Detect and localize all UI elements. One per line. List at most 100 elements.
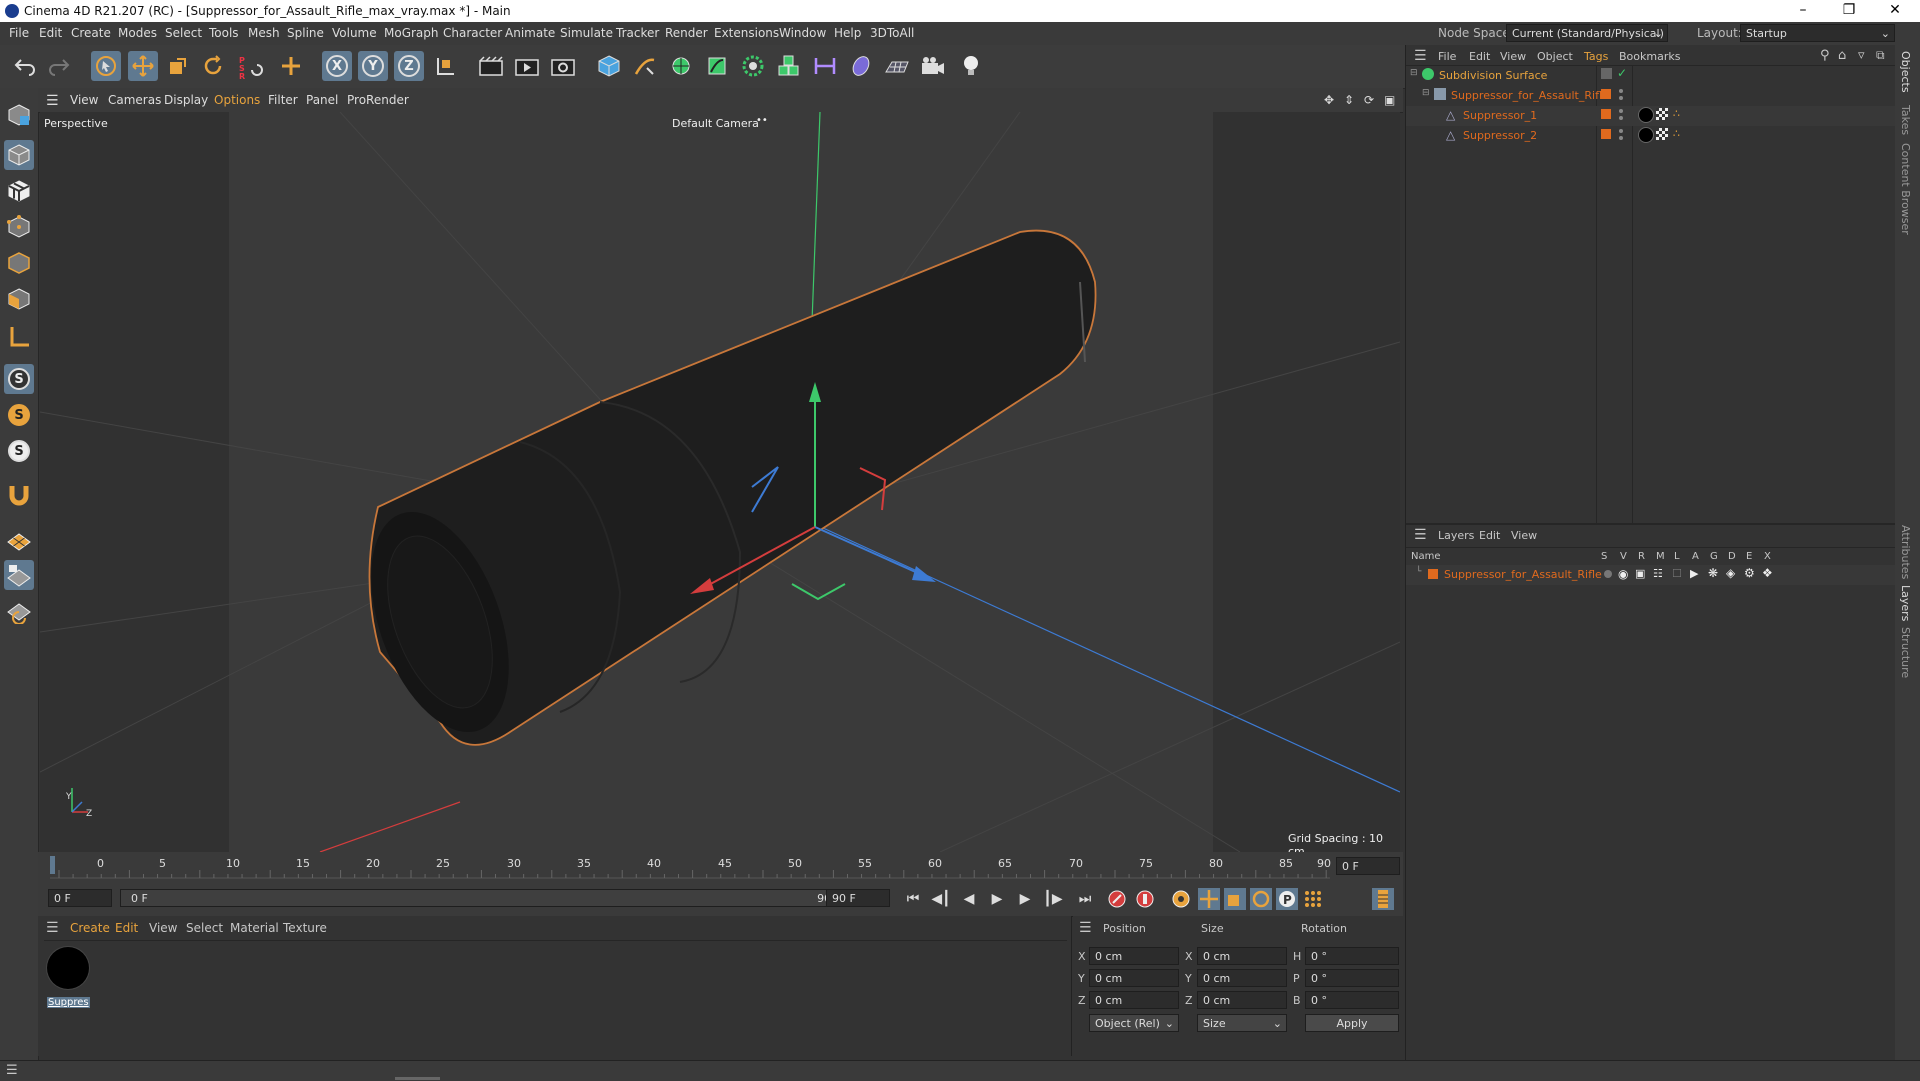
search-icon[interactable]: ⚲ [1820,48,1830,63]
render-dot[interactable] [1619,116,1623,120]
tab-layers[interactable]: Layers [1899,585,1912,621]
hamburger-icon[interactable]: ☰ [1414,527,1427,543]
collapse-toggle-icon[interactable]: ⊟ [1410,68,1418,78]
render-clapper-icon[interactable]: ▣ [1635,567,1645,580]
light-button[interactable] [956,51,986,81]
menu-mesh[interactable]: Mesh [248,26,280,40]
menu-simulate[interactable]: Simulate [560,26,613,40]
generator-button[interactable] [702,51,732,81]
object-menu-view[interactable]: View [1500,50,1526,63]
hamburger-icon[interactable]: ☰ [46,93,59,109]
viewport-dolly-icon[interactable]: ⇕ [1344,93,1354,107]
layers-menu-edit[interactable]: Edit [1479,529,1500,542]
render-dot[interactable] [1619,136,1623,140]
position-y-field[interactable]: 0 cm [1089,969,1179,987]
object-menu-file[interactable]: File [1438,50,1456,63]
size-x-field[interactable]: 0 cm [1197,947,1287,965]
menu-modes[interactable]: Modes [118,26,157,40]
rotation-track-button[interactable] [1250,888,1272,910]
coordinate-mode-select[interactable]: Object (Rel) ⌄ [1089,1014,1179,1032]
menu-help[interactable]: Help [834,26,861,40]
deformer-icon[interactable]: ◈ [1726,566,1735,580]
object-menu-tags[interactable]: Tags [1584,50,1608,63]
model-mode-button[interactable] [4,140,34,170]
go-to-end-button[interactable]: ⏭ [1074,888,1096,910]
layer-color-swatch[interactable] [1601,109,1611,119]
magnet-button[interactable] [4,480,34,510]
material-menu-select[interactable]: Select [186,921,223,935]
viewport-camera-name[interactable]: Default Camera [672,117,759,130]
snap-settings-button[interactable]: S [4,400,34,430]
tab-objects[interactable]: Objects [1899,51,1912,93]
menu-animate[interactable]: Animate [505,26,555,40]
enabled-check-icon[interactable]: ✓ [1617,66,1627,80]
node-space-select[interactable]: Current (Standard/Physical) ⌄ [1506,24,1668,42]
position-track-button[interactable] [1198,888,1220,910]
menu-volume[interactable]: Volume [332,26,377,40]
layer-row[interactable]: └ Suppressor_for_Assault_Rifle ◉ ▣ ☷ ☐ ▶… [1406,565,1896,585]
object-menu-object[interactable]: Object [1537,50,1573,63]
menu-character[interactable]: Character [443,26,502,40]
position-x-field[interactable]: 0 cm [1089,947,1179,965]
move-button[interactable] [128,51,158,81]
position-z-field[interactable]: 0 cm [1089,991,1179,1009]
redo-button[interactable] [44,51,74,81]
object-menu-bookmarks[interactable]: Bookmarks [1619,50,1680,63]
object-row-subdivision-surface[interactable]: ⊟ Subdivision Surface ✓ [1406,66,1896,86]
size-z-field[interactable]: 0 cm [1197,991,1287,1009]
layers-menu-view[interactable]: View [1511,529,1537,542]
y-axis-lock-button[interactable]: Y [358,51,388,81]
apply-button[interactable]: Apply [1305,1014,1399,1032]
viewport-menu-cameras[interactable]: Cameras [108,93,161,107]
timeline-ruler[interactable]: 0 5 10 15 20 25 30 35 40 45 50 55 60 65 … [38,852,1403,880]
edges-mode-button[interactable] [4,248,34,278]
object-row-suppressor-1[interactable]: △ Suppressor_1 ∴ [1406,106,1896,126]
material-menu-view[interactable]: View [149,921,177,935]
scale-button[interactable] [163,51,193,81]
tab-content-browser[interactable]: Content Browser [1899,143,1912,235]
viewport-menu-view[interactable]: View [70,93,98,107]
material-menu-edit[interactable]: Edit [115,921,138,935]
hamburger-icon[interactable]: ☰ [6,1063,18,1078]
texture-tag-icon[interactable] [1656,108,1668,120]
parameter-track-button[interactable]: P [1276,888,1298,910]
tab-structure[interactable]: Structure [1899,627,1912,678]
new-window-icon[interactable]: ⧉ [1876,48,1885,63]
close-button[interactable]: ✕ [1872,0,1918,22]
next-frame-button[interactable]: ▶ [1014,888,1036,910]
layer-color-swatch[interactable] [1601,129,1611,139]
texture-tag-icon[interactable] [1656,128,1668,140]
undo-button[interactable] [10,51,40,81]
visibility-dot[interactable] [1619,109,1623,113]
viewport-orbit-icon[interactable]: ⟳ [1364,93,1374,107]
tab-attributes[interactable]: Attributes [1899,525,1912,579]
mograph-cloner-button[interactable] [738,51,768,81]
floor-button[interactable] [882,51,912,81]
play-button[interactable]: ▶ [986,888,1008,910]
render-settings-button[interactable] [548,51,578,81]
menu-spline[interactable]: Spline [287,26,324,40]
timeline-layout-button[interactable] [1372,888,1394,910]
object-menu-edit[interactable]: Edit [1469,50,1490,63]
viewport-menu-filter[interactable]: Filter [268,93,298,107]
menu-extensions[interactable]: Extensions [714,26,779,40]
vertex-tag-icon[interactable]: ∴ [1673,127,1680,140]
material-menu-material[interactable]: Material [230,921,279,935]
size-mode-select[interactable]: Size ⌄ [1197,1014,1287,1032]
object-row-suppressor-group[interactable]: ⊟ Suppressor_for_Assault_Rifle [1406,86,1896,106]
viewport-menu-prorender[interactable]: ProRender [347,93,409,107]
vertex-tag-icon[interactable]: ∴ [1673,107,1680,120]
minimize-button[interactable]: – [1780,0,1826,22]
add-tool-button[interactable] [276,51,306,81]
visibility-dot[interactable] [1619,129,1623,133]
xref-icon[interactable]: ❖ [1762,566,1773,580]
menu-create[interactable]: Create [71,26,111,40]
menu-select[interactable]: Select [165,26,202,40]
size-y-field[interactable]: 0 cm [1197,969,1287,987]
subdivision-surface-button[interactable] [666,51,696,81]
point-level-animation-button[interactable] [1302,888,1324,910]
record-keys-button[interactable] [1106,888,1128,910]
viewport-menu-display[interactable]: Display [164,93,208,107]
hamburger-icon[interactable]: ☰ [46,920,59,936]
material-menu-texture[interactable]: Texture [283,921,327,935]
